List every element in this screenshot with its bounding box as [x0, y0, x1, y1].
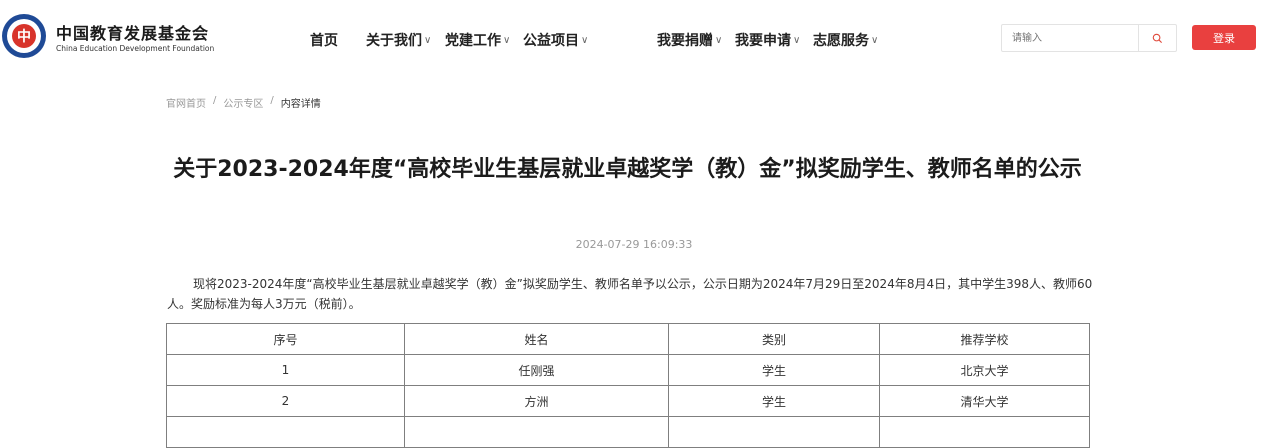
cell-school: 北京大学	[879, 354, 1090, 386]
brand-name-cn[interactable]: 中国教育发展基金会	[56, 20, 209, 44]
cell-index: 1	[166, 354, 405, 386]
brand-name-en: China Education Development Foundation	[56, 44, 215, 53]
nav-about[interactable]: 关于我们 ∨	[366, 30, 431, 50]
cell-index	[166, 416, 405, 448]
cell-index: 2	[166, 385, 405, 417]
chevron-down-icon: ∨	[424, 34, 432, 46]
nav-donate[interactable]: 我要捐赠 ∨	[657, 30, 722, 50]
cell-school	[879, 416, 1090, 448]
logo-core: 中	[12, 24, 36, 48]
cell-category: 学生	[668, 385, 880, 417]
chevron-down-icon: ∨	[715, 34, 723, 46]
nav-projects[interactable]: 公益项目 ∨	[523, 30, 588, 50]
nav-label: 关于我们	[366, 33, 422, 49]
article-paragraph: 现将2023-2024年度“高校毕业生基层就业卓越奖学（教）金”拟奖励学生、教师…	[167, 277, 1093, 311]
chevron-down-icon: ∨	[581, 34, 589, 46]
search-box	[1001, 24, 1177, 52]
chevron-down-icon: ∨	[871, 34, 879, 46]
award-table: 序号 姓名 类别 推荐学校 1 任刚强 学生 北京大学 2 方洲 学生 清华大学	[166, 323, 1090, 448]
header-cell-school: 推荐学校	[879, 323, 1090, 355]
search-icon	[1152, 33, 1163, 43]
search-button[interactable]	[1139, 25, 1176, 51]
article-date: 2024-07-29 16:09:33	[575, 238, 693, 251]
logo-ring: 中	[7, 19, 41, 53]
chevron-down-icon: ∨	[793, 34, 801, 46]
cell-category	[668, 416, 880, 448]
chevron-down-icon: ∨	[503, 34, 511, 46]
nav-apply[interactable]: 我要申请 ∨	[735, 30, 800, 50]
breadcrumb-separator: /	[213, 95, 217, 106]
nav-home[interactable]: 首页	[310, 30, 338, 50]
nav-party[interactable]: 党建工作 ∨	[445, 30, 510, 50]
cell-name	[404, 416, 669, 448]
header-cell-category: 类别	[668, 323, 880, 355]
nav-label: 志愿服务	[813, 33, 869, 49]
header-cell-index: 序号	[166, 323, 405, 355]
table-row: 1 任刚强 学生 北京大学	[166, 354, 1090, 386]
nav-label: 党建工作	[445, 33, 501, 49]
login-button[interactable]: 登录	[1192, 25, 1256, 50]
nav-label: 我要申请	[735, 33, 791, 49]
nav-label: 公益项目	[523, 33, 579, 49]
nav-label: 首页	[310, 33, 338, 49]
table-row	[166, 416, 1090, 448]
cell-name: 方洲	[404, 385, 669, 417]
breadcrumb: 官网首页 / 公示专区 / 内容详情	[166, 95, 321, 110]
breadcrumb-separator: /	[270, 95, 274, 106]
breadcrumb-notice-area[interactable]: 公示专区	[223, 95, 263, 110]
site-header: 中 中国教育发展基金会 China Education Development …	[0, 0, 1268, 78]
cell-school: 清华大学	[879, 385, 1090, 417]
nav-volunteer[interactable]: 志愿服务 ∨	[813, 30, 878, 50]
search-input[interactable]	[1002, 25, 1152, 51]
header-cell-name: 姓名	[404, 323, 669, 355]
cell-category: 学生	[668, 354, 880, 386]
foundation-logo[interactable]: 中	[2, 14, 46, 58]
table-header-row: 序号 姓名 类别 推荐学校	[166, 323, 1090, 355]
article-title: 关于2023-2024年度“高校毕业生基层就业卓越奖学（教）金”拟奖励学生、教师…	[173, 157, 1082, 182]
table-row: 2 方洲 学生 清华大学	[166, 385, 1090, 417]
breadcrumb-current: 内容详情	[280, 99, 321, 110]
breadcrumb-home[interactable]: 官网首页	[166, 95, 206, 110]
nav-label: 我要捐赠	[657, 33, 713, 49]
cell-name: 任刚强	[404, 354, 669, 386]
